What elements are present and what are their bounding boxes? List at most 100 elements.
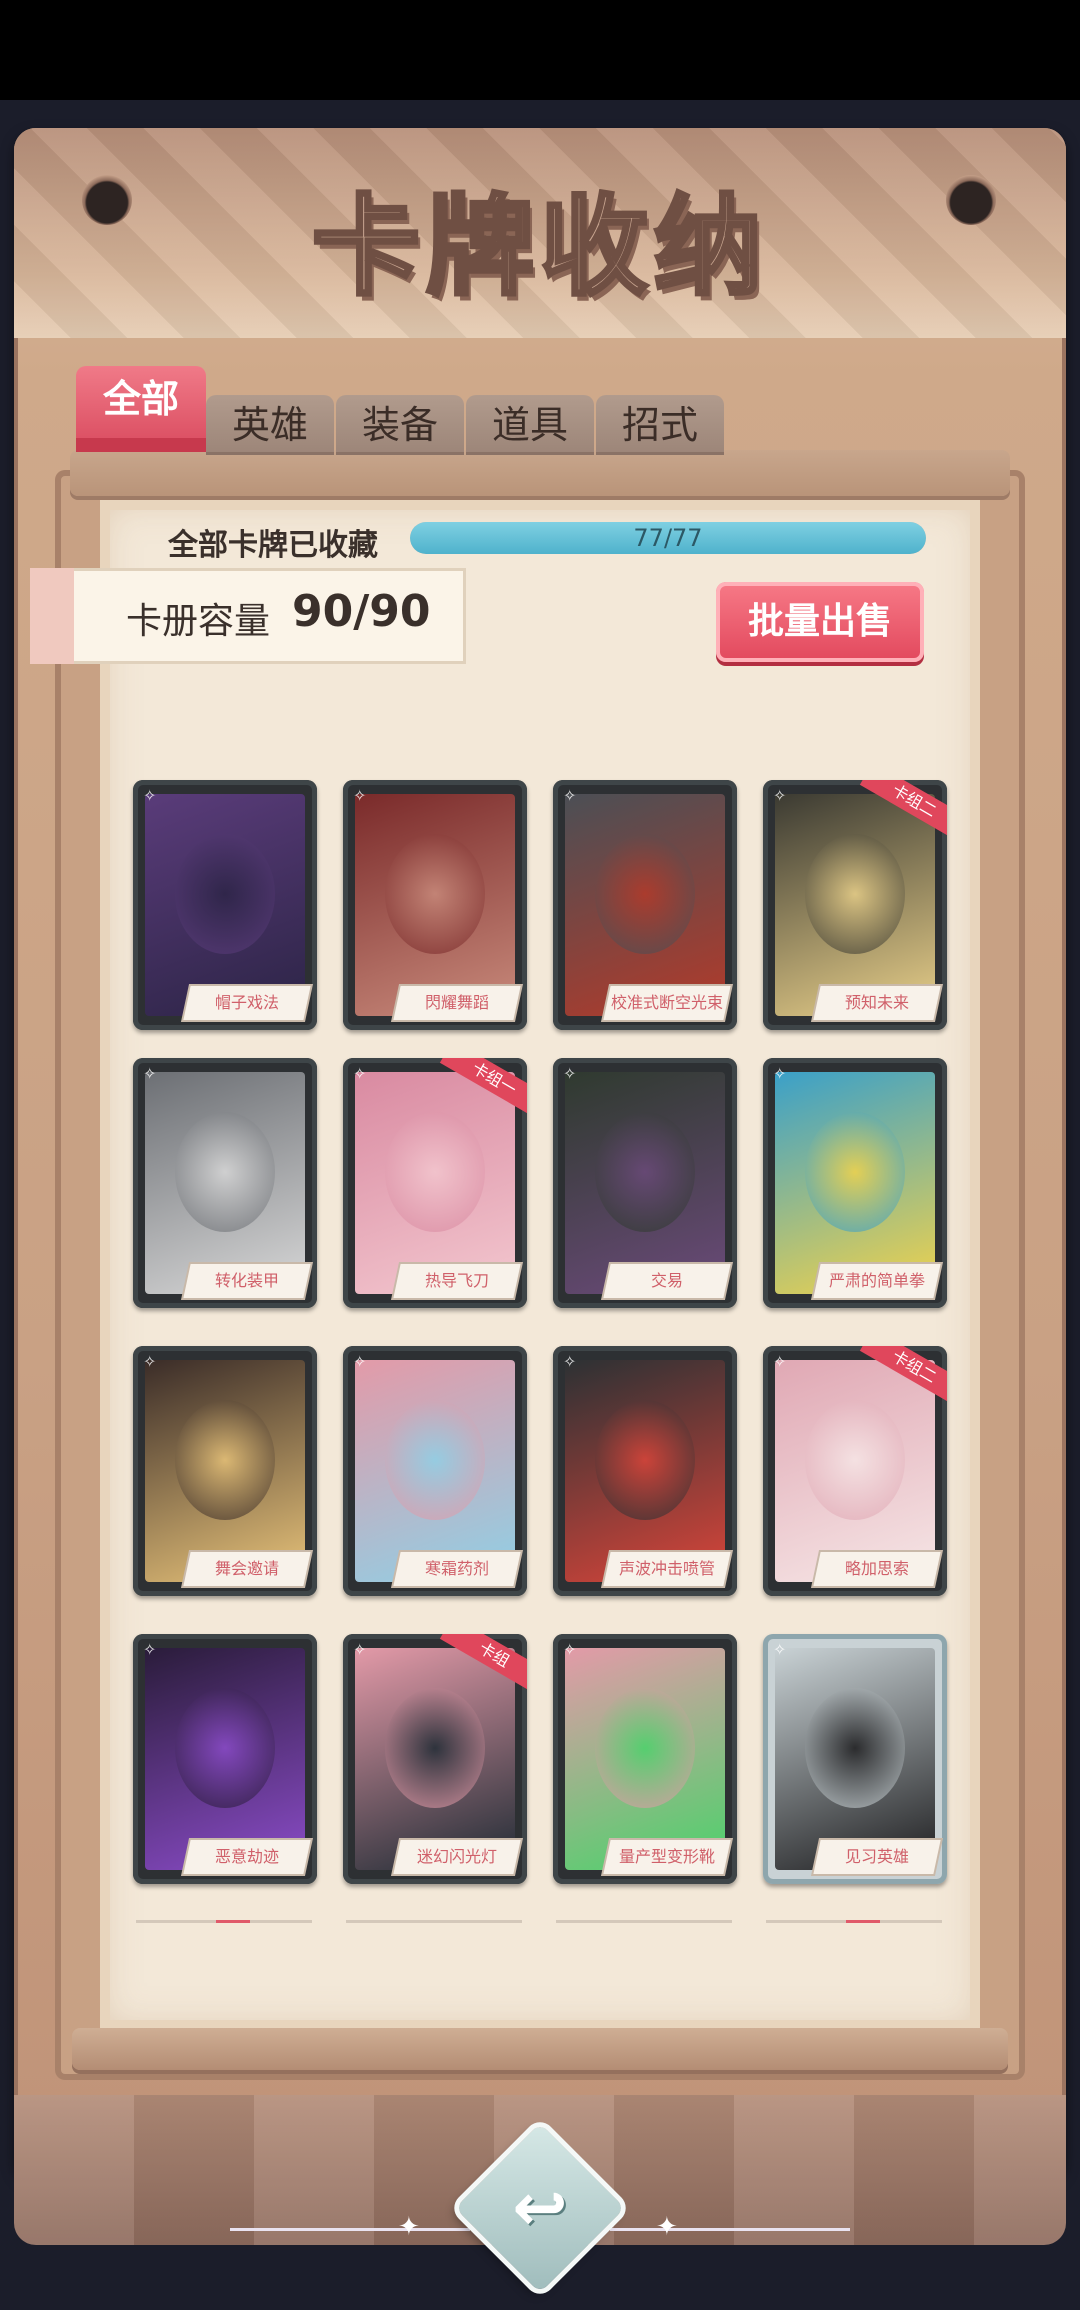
card-name: 寒霜药剂	[424, 1559, 489, 1578]
card-name: 热导飞刀	[424, 1271, 489, 1290]
card-name: 閃耀舞蹈	[424, 993, 489, 1012]
card[interactable]: ✧ 严肃的简单拳	[763, 1058, 947, 1308]
card-art	[565, 794, 725, 1016]
card-art-figure	[385, 834, 485, 954]
card-corner-mark: ✧	[353, 1640, 367, 1659]
card-name-plate: 量产型变形靴	[603, 1840, 731, 1874]
card-name-plate: 预知未来	[813, 986, 941, 1020]
card-name: 量产型变形靴	[618, 1847, 715, 1866]
row-divider	[766, 1920, 942, 1923]
card-corner-mark: ✧	[353, 786, 367, 805]
card-art	[565, 1072, 725, 1294]
card-name-plate: 热导飞刀	[393, 1264, 521, 1298]
card-name-plate: 迷幻闪光灯	[393, 1840, 521, 1874]
collection-progress-bar: 77/77	[410, 522, 926, 554]
card-name: 声波冲击喷管	[618, 1559, 715, 1578]
card-name: 转化装甲	[214, 1271, 279, 1290]
card-name-plate: 略加思索	[813, 1552, 941, 1586]
batch-sell-button[interactable]: 批量出售	[716, 582, 924, 662]
back-line-right	[610, 2228, 850, 2231]
card-corner-mark: ✧	[563, 1064, 577, 1083]
card-corner-mark: ✧	[563, 786, 577, 805]
row-divider	[136, 1920, 312, 1923]
tab-items[interactable]: 道具	[466, 395, 594, 455]
card[interactable]: ✧ 卡组一 热导飞刀	[343, 1058, 527, 1308]
tab-all[interactable]: 全部	[76, 366, 206, 452]
card[interactable]: ✧ 转化装甲	[133, 1058, 317, 1308]
card-art-figure	[595, 1400, 695, 1520]
card-art-figure	[805, 1688, 905, 1808]
row-divider	[556, 1920, 732, 1923]
card-name-plate: 见习英雄	[813, 1840, 941, 1874]
card-art	[355, 794, 515, 1016]
card[interactable]: ✧ 卡组二 略加思索	[763, 1346, 947, 1596]
card[interactable]: ✧ 卡组 迷幻闪光灯	[343, 1634, 527, 1884]
back-arrow-icon[interactable]: ↩	[480, 2148, 600, 2268]
card-art-figure	[595, 1112, 695, 1232]
card-name: 校准式断空光束	[610, 993, 723, 1012]
card-corner-mark: ✧	[143, 1352, 157, 1371]
card-art	[145, 1360, 305, 1582]
card[interactable]: ✧ 卡组二 预知未来	[763, 780, 947, 1030]
card-name-plate: 帽子戏法	[183, 986, 311, 1020]
card-corner-mark: ✧	[143, 1640, 157, 1659]
card-art-figure	[175, 834, 275, 954]
card-name-plate: 寒霜药剂	[393, 1552, 521, 1586]
card-art-figure	[385, 1400, 485, 1520]
card[interactable]: ✧ 量产型变形靴	[553, 1634, 737, 1884]
card-name-plate: 恶意劫迹	[183, 1840, 311, 1874]
card-art-figure	[175, 1400, 275, 1520]
card-art	[775, 1072, 935, 1294]
card-name: 帽子戏法	[214, 993, 279, 1012]
card[interactable]: ✧ 閃耀舞蹈	[343, 780, 527, 1030]
tab-moves[interactable]: 招式	[596, 395, 724, 455]
card[interactable]: ✧ 恶意劫迹	[133, 1634, 317, 1884]
card-art	[355, 1360, 515, 1582]
card-art-figure	[175, 1688, 275, 1808]
card-corner-mark: ✧	[773, 1352, 787, 1371]
card-art-figure	[595, 1688, 695, 1808]
card-art	[775, 794, 935, 1016]
row-divider	[346, 1920, 522, 1923]
card-corner-mark: ✧	[143, 1064, 157, 1083]
card[interactable]: ✧ 舞会邀请	[133, 1346, 317, 1596]
card[interactable]: ✧ 寒霜药剂	[343, 1346, 527, 1596]
card-name: 交易	[650, 1271, 683, 1290]
card[interactable]: ✧ 校准式断空光束	[553, 780, 737, 1030]
card[interactable]: ✧ 帽子戏法	[133, 780, 317, 1030]
card-corner-mark: ✧	[143, 786, 157, 805]
card-name: 略加思索	[844, 1559, 909, 1578]
back-line-left	[230, 2228, 470, 2231]
card[interactable]: ✧ 见习英雄	[763, 1634, 947, 1884]
sparkle-icon: ✦	[656, 2212, 678, 2242]
card-name: 迷幻闪光灯	[416, 1847, 497, 1866]
card-name-plate: 舞会邀请	[183, 1552, 311, 1586]
card-art	[775, 1360, 935, 1582]
card[interactable]: ✧ 声波冲击喷管	[553, 1346, 737, 1596]
card-name: 见习英雄	[844, 1847, 909, 1866]
card-art-figure	[805, 834, 905, 954]
collection-label: 全部卡牌已收藏	[168, 528, 378, 563]
capacity-label: 卡册容量	[126, 601, 271, 642]
tab-equipment[interactable]: 装备	[336, 395, 464, 455]
page-title: 卡牌收纳	[310, 183, 768, 312]
card-name: 舞会邀请	[214, 1559, 279, 1578]
card[interactable]: ✧ 交易	[553, 1058, 737, 1308]
card-art	[565, 1648, 725, 1870]
card-name-plate: 校准式断空光束	[603, 986, 731, 1020]
card-corner-mark: ✧	[773, 1064, 787, 1083]
status-bar	[0, 0, 1080, 100]
tab-heroes[interactable]: 英雄	[206, 395, 334, 455]
card-art	[775, 1648, 935, 1870]
card-name-plate: 閃耀舞蹈	[393, 986, 521, 1020]
card-corner-mark: ✧	[353, 1064, 367, 1083]
card-art	[355, 1648, 515, 1870]
card-art-figure	[385, 1688, 485, 1808]
card-name: 预知未来	[844, 993, 909, 1012]
card-art	[565, 1360, 725, 1582]
card-art	[145, 794, 305, 1016]
frame-bottom-rail	[72, 2028, 1008, 2070]
card-corner-mark: ✧	[563, 1640, 577, 1659]
sparkle-icon: ✦	[398, 2212, 420, 2242]
card-art	[355, 1072, 515, 1294]
